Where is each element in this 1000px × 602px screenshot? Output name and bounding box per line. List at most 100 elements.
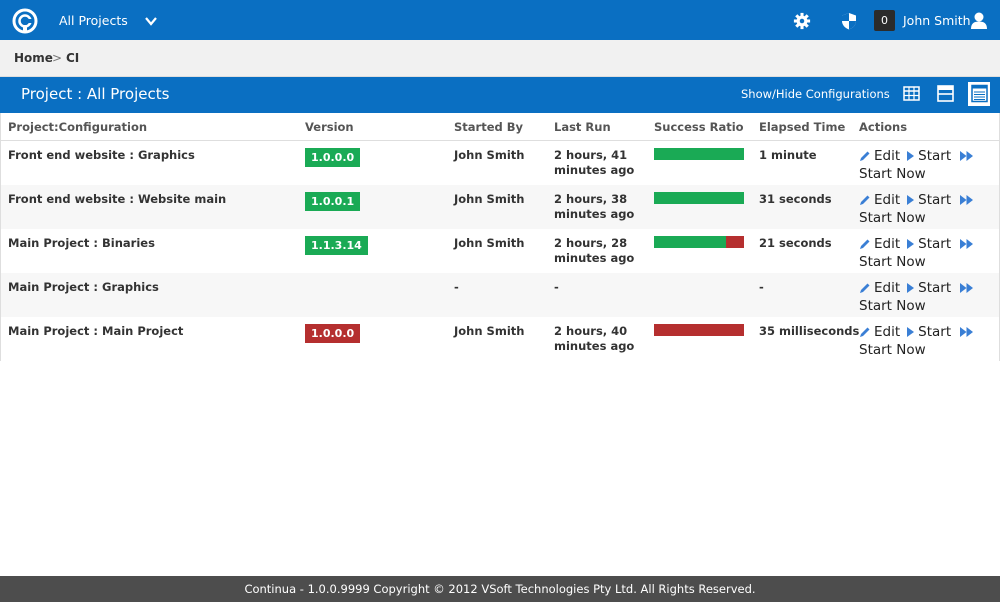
version-badge[interactable]: 1.0.0.1 bbox=[305, 192, 361, 211]
pencil-icon bbox=[860, 283, 870, 293]
started-by: John Smith bbox=[454, 236, 525, 250]
version-badge[interactable]: 1.1.3.14 bbox=[305, 236, 368, 255]
start-now-label[interactable]: Start Now bbox=[859, 342, 989, 358]
edit-action[interactable]: Edit bbox=[859, 236, 900, 252]
user-icon[interactable] bbox=[970, 11, 988, 29]
edit-action[interactable]: Edit bbox=[859, 324, 900, 340]
header-version[interactable]: Version bbox=[305, 120, 354, 134]
notification-count-badge[interactable]: 0 bbox=[874, 10, 895, 31]
project-configuration-name[interactable]: Front end website : Graphics bbox=[8, 148, 195, 162]
configurations-table: Project:Configuration Version Started By… bbox=[0, 113, 1000, 361]
header-started-by[interactable]: Started By bbox=[454, 120, 523, 134]
header-last-run[interactable]: Last Run bbox=[554, 120, 611, 134]
start-now-action[interactable] bbox=[959, 150, 977, 162]
start-now-label[interactable]: Start Now bbox=[859, 254, 989, 270]
project-selector-label: All Projects bbox=[59, 13, 128, 28]
start-action[interactable]: Start bbox=[906, 324, 951, 340]
success-ratio-cell bbox=[654, 236, 744, 248]
start-now-action[interactable] bbox=[959, 326, 977, 338]
last-run: 2 hours, 41 minutes ago bbox=[554, 148, 635, 177]
user-name[interactable]: John Smith bbox=[903, 13, 971, 28]
table-header: Project:Configuration Version Started By… bbox=[1, 113, 999, 141]
play-icon bbox=[907, 151, 915, 161]
start-action[interactable]: Start bbox=[906, 236, 951, 252]
start-now-action[interactable] bbox=[959, 194, 977, 206]
started-by: John Smith bbox=[454, 192, 525, 206]
play-icon bbox=[907, 239, 915, 249]
pencil-icon bbox=[860, 195, 870, 205]
top-navigation-bar: All Projects 0 John Smith bbox=[0, 0, 1000, 40]
fast-forward-icon bbox=[960, 239, 974, 249]
edit-action[interactable]: Edit bbox=[859, 280, 900, 296]
start-now-label[interactable]: Start Now bbox=[859, 166, 989, 182]
edit-action-label: Edit bbox=[874, 148, 901, 164]
last-run: - bbox=[554, 280, 559, 294]
success-ratio-bar bbox=[654, 192, 744, 204]
grid-view-icon[interactable] bbox=[903, 84, 920, 103]
chevron-down-icon bbox=[144, 16, 157, 26]
start-now-label[interactable]: Start Now bbox=[859, 210, 989, 226]
header-success-ratio[interactable]: Success Ratio bbox=[654, 120, 744, 134]
play-icon bbox=[907, 327, 915, 337]
project-configuration-name[interactable]: Main Project : Graphics bbox=[8, 280, 159, 294]
show-hide-configurations-link[interactable]: Show/Hide Configurations bbox=[741, 87, 890, 101]
success-ratio-ok-segment bbox=[654, 148, 744, 160]
start-now-action[interactable] bbox=[959, 238, 977, 250]
started-by: John Smith bbox=[454, 324, 525, 338]
started-by: John Smith bbox=[454, 148, 525, 162]
fast-forward-icon bbox=[960, 195, 974, 205]
table-row: Main Project : Main Project 1.0.0.0 John S… bbox=[1, 317, 999, 361]
row-view-icon[interactable] bbox=[937, 84, 954, 103]
gear-icon[interactable] bbox=[793, 12, 811, 30]
elapsed-time: - bbox=[759, 280, 764, 294]
success-ratio-fail-segment bbox=[726, 236, 744, 248]
project-selector[interactable]: All Projects bbox=[59, 13, 158, 28]
success-ratio-fail-segment bbox=[654, 324, 744, 336]
table-row: Main Project : Binaries 1.1.3.14 John Smit… bbox=[1, 229, 999, 273]
success-ratio-ok-segment bbox=[654, 236, 726, 248]
breadcrumb-home-link[interactable]: Home bbox=[14, 51, 53, 65]
table-row: Front end website : Website main 1.0.0.1 J… bbox=[1, 185, 999, 229]
start-action[interactable]: Start bbox=[906, 280, 951, 296]
footer: Continua - 1.0.0.9999 Copyright © 2012 V… bbox=[0, 576, 1000, 602]
edit-action-label: Edit bbox=[874, 280, 901, 296]
version-cell: 1.0.0.0 bbox=[305, 324, 361, 343]
actions-cell: Edit Start Start Now bbox=[859, 236, 989, 270]
version-badge[interactable]: 1.0.0.0 bbox=[305, 324, 361, 343]
shield-icon[interactable] bbox=[841, 12, 857, 30]
started-by: - bbox=[454, 280, 459, 294]
play-icon bbox=[907, 195, 915, 205]
pencil-icon bbox=[860, 151, 870, 161]
start-action-label: Start bbox=[918, 192, 952, 208]
version-cell: 1.0.0.1 bbox=[305, 192, 361, 211]
start-action-label: Start bbox=[918, 236, 952, 252]
start-action-label: Start bbox=[918, 324, 952, 340]
edit-action[interactable]: Edit bbox=[859, 192, 900, 208]
project-configuration-name[interactable]: Main Project : Binaries bbox=[8, 236, 155, 250]
list-view-icon[interactable] bbox=[971, 84, 988, 103]
header-project[interactable]: Project:Configuration bbox=[8, 120, 147, 134]
elapsed-time: 35 milliseconds bbox=[759, 324, 860, 338]
project-configuration-name[interactable]: Front end website : Website main bbox=[8, 192, 226, 206]
success-ratio-bar bbox=[654, 324, 744, 336]
header-elapsed-time[interactable]: Elapsed Time bbox=[759, 120, 845, 134]
start-action[interactable]: Start bbox=[906, 148, 951, 164]
last-run: 2 hours, 38 minutes ago bbox=[554, 192, 635, 221]
play-icon bbox=[907, 283, 915, 293]
success-ratio-bar bbox=[654, 236, 744, 248]
actions-cell: Edit Start Start Now bbox=[859, 280, 989, 314]
page-title-bar: Project : All Projects Show/Hide Configu… bbox=[0, 77, 1000, 113]
edit-action-label: Edit bbox=[874, 192, 901, 208]
version-badge[interactable]: 1.0.0.0 bbox=[305, 148, 361, 167]
start-action-label: Start bbox=[918, 280, 952, 296]
start-now-label[interactable]: Start Now bbox=[859, 298, 989, 314]
breadcrumb-current[interactable]: CI bbox=[66, 51, 79, 65]
project-configuration-name[interactable]: Main Project : Main Project bbox=[8, 324, 183, 338]
continua-logo-icon[interactable] bbox=[12, 8, 38, 34]
start-now-action[interactable] bbox=[959, 282, 977, 294]
elapsed-time: 21 seconds bbox=[759, 236, 832, 250]
edit-action[interactable]: Edit bbox=[859, 148, 900, 164]
header-actions: Actions bbox=[859, 120, 908, 134]
start-action[interactable]: Start bbox=[906, 192, 951, 208]
pencil-icon bbox=[860, 239, 870, 249]
